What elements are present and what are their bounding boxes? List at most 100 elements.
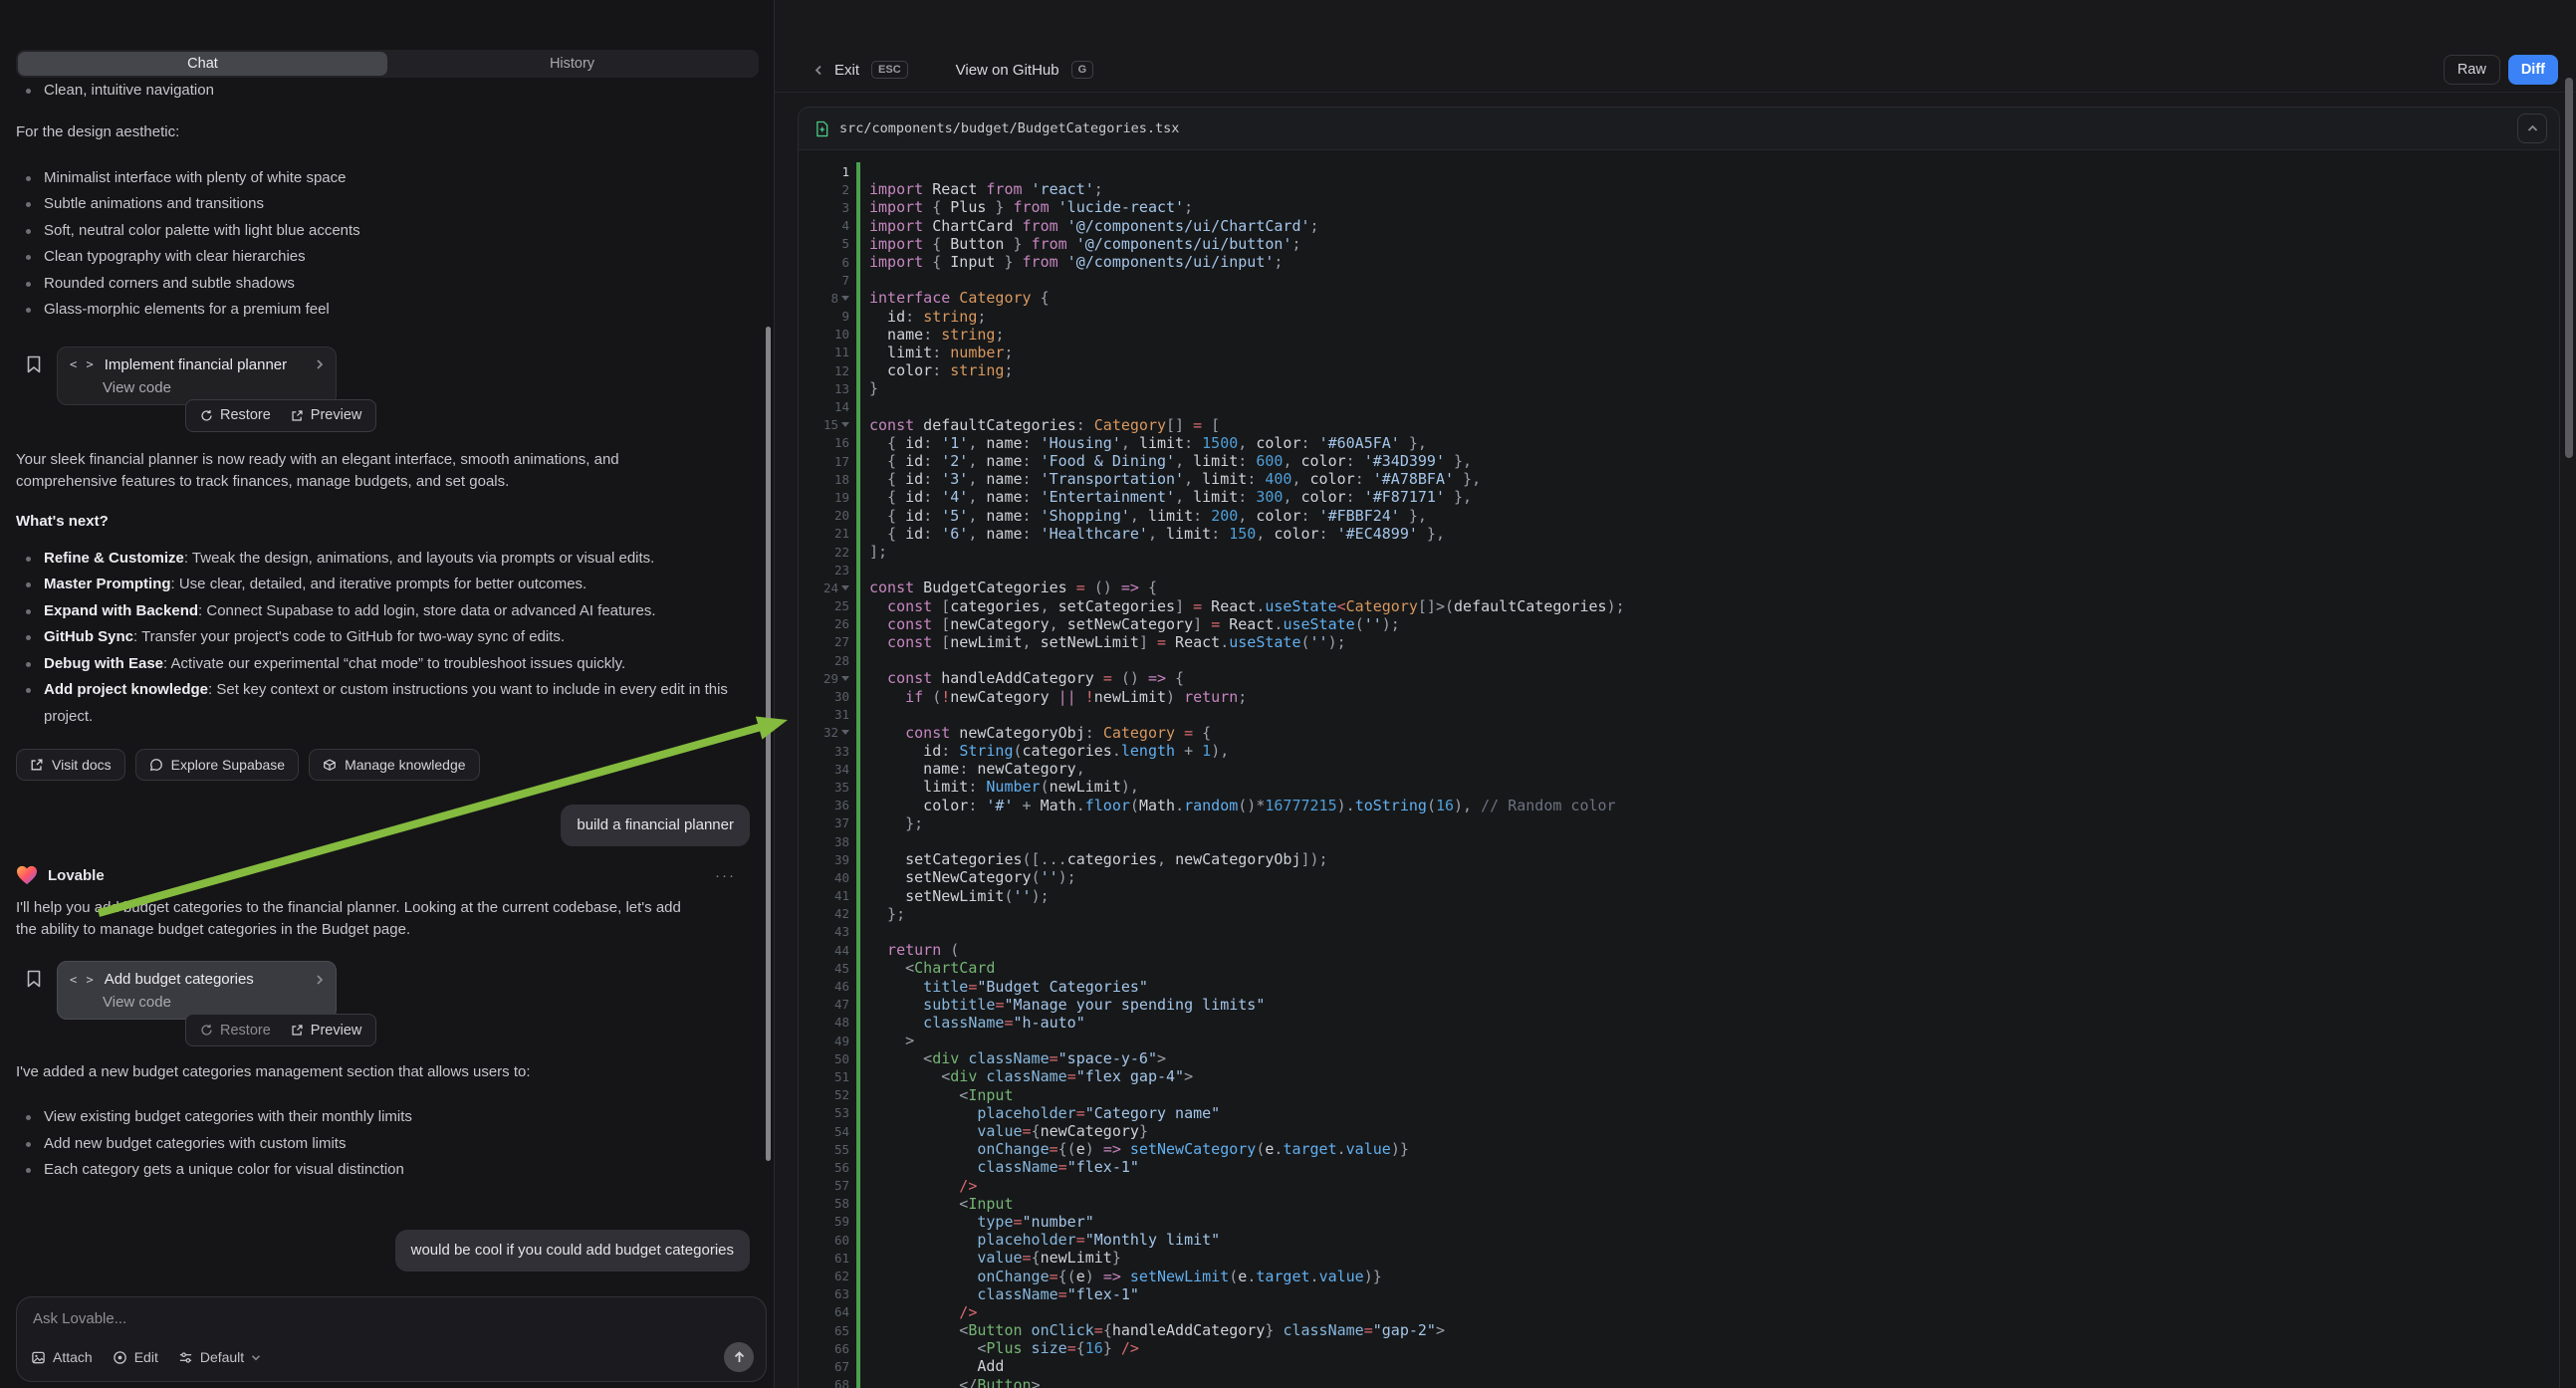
fold-chevron-icon[interactable] bbox=[841, 422, 849, 427]
code-text: { id: '6', name: 'Healthcare', limit: 15… bbox=[860, 525, 1445, 543]
code-line: 41 setNewLimit(''); bbox=[799, 887, 2559, 905]
version-card-implement-financial-planner[interactable]: < > Implement financial planner View cod… bbox=[57, 347, 337, 405]
file-path: src/components/budget/BudgetCategories.t… bbox=[839, 120, 1179, 136]
code-line: 37 }; bbox=[799, 814, 2559, 832]
code-text: { id: '1', name: 'Housing', limit: 1500,… bbox=[860, 434, 1427, 452]
code-text: <div className="flex gap-4"> bbox=[860, 1067, 1193, 1085]
view-on-github-button[interactable]: View on GitHub bbox=[956, 62, 1059, 79]
code-line: 64 /> bbox=[799, 1303, 2559, 1321]
code-line: 1 bbox=[799, 162, 2559, 180]
line-number: 10 bbox=[799, 327, 856, 342]
code-text: <div className="space-y-6"> bbox=[860, 1049, 1166, 1067]
manage-knowledge-button[interactable]: Manage knowledge bbox=[309, 749, 479, 781]
arrow-up-icon bbox=[733, 1350, 746, 1364]
bookmark-icon[interactable] bbox=[25, 354, 43, 374]
code-line: 15const defaultCategories: Category[] = … bbox=[799, 416, 2559, 434]
fold-chevron-icon[interactable] bbox=[841, 296, 849, 301]
code-line: 55 onChange={(e) => setNewCategory(e.tar… bbox=[799, 1140, 2559, 1158]
message-menu-button[interactable]: ··· bbox=[715, 867, 736, 884]
code-text: setNewLimit(''); bbox=[860, 887, 1050, 905]
line-number: 32 bbox=[799, 725, 856, 740]
image-icon bbox=[31, 1350, 46, 1365]
fold-chevron-icon[interactable] bbox=[841, 730, 849, 735]
diff-added-bar bbox=[856, 271, 860, 289]
chat-message-list[interactable]: Clean, intuitive navigation For the desi… bbox=[0, 0, 774, 1288]
restore-label: Restore bbox=[220, 1023, 271, 1039]
line-number: 68 bbox=[799, 1377, 856, 1388]
version-card-add-budget-categories[interactable]: < > Add budget categories View code Rest… bbox=[57, 961, 337, 1020]
line-number: 38 bbox=[799, 834, 856, 849]
code-text: <Input bbox=[860, 1195, 1014, 1213]
code-line: 68 </Button> bbox=[799, 1376, 2559, 1388]
bookmark-icon[interactable] bbox=[25, 969, 43, 989]
code-text: className="flex-1" bbox=[860, 1158, 1139, 1176]
code-text: import { Plus } from 'lucide-react'; bbox=[860, 198, 1193, 216]
visit-docs-button[interactable]: Visit docs bbox=[16, 749, 125, 781]
restore-button[interactable]: Restore bbox=[192, 1023, 279, 1039]
line-number: 33 bbox=[799, 744, 856, 759]
preview-label: Preview bbox=[311, 1023, 362, 1039]
help-text: I'll help you add budget categories to t… bbox=[16, 897, 686, 941]
explore-supabase-button[interactable]: Explore Supabase bbox=[135, 749, 299, 781]
code-line: 19 { id: '4', name: 'Entertainment', lim… bbox=[799, 488, 2559, 506]
list-item: Subtle animations and transitions bbox=[16, 191, 758, 218]
code-line: 7 bbox=[799, 271, 2559, 289]
chat-input[interactable] bbox=[33, 1310, 750, 1327]
code-line: 26 const [newCategory, setNewCategory] =… bbox=[799, 615, 2559, 633]
line-number: 24 bbox=[799, 580, 856, 595]
ready-text: Your sleek financial planner is now read… bbox=[16, 449, 686, 493]
file-header[interactable]: src/components/budget/BudgetCategories.t… bbox=[799, 108, 2559, 150]
lovable-app: financial-future-creator ⚙ Supabase GitH… bbox=[0, 0, 2576, 1388]
composer: Attach Edit Default bbox=[16, 1296, 767, 1382]
mode-label: Default bbox=[200, 1349, 244, 1365]
raw-toggle-button[interactable]: Raw bbox=[2444, 55, 2500, 85]
chevron-down-icon bbox=[251, 1354, 261, 1361]
code-text: name: string; bbox=[860, 326, 1004, 344]
code-text: ]; bbox=[860, 543, 887, 561]
code-line: 35 limit: Number(newLimit), bbox=[799, 778, 2559, 796]
attach-button[interactable]: Attach bbox=[31, 1349, 93, 1365]
code-text: }; bbox=[860, 814, 923, 832]
code-text: if (!newCategory || !newLimit) return; bbox=[860, 688, 1247, 706]
code-line: 56 className="flex-1" bbox=[799, 1158, 2559, 1176]
line-number: 7 bbox=[799, 273, 856, 288]
code-line: 6import { Input } from '@/components/ui/… bbox=[799, 253, 2559, 271]
restore-button[interactable]: Restore bbox=[192, 407, 279, 423]
collapse-file-button[interactable] bbox=[2517, 114, 2547, 143]
code-text: setNewCategory(''); bbox=[860, 868, 1076, 886]
diff-added-bar bbox=[856, 162, 860, 180]
code-text: <Plus size={16} /> bbox=[860, 1339, 1139, 1357]
code-text: onChange={(e) => setNewLimit(e.target.va… bbox=[860, 1268, 1382, 1285]
mode-selector[interactable]: Default bbox=[178, 1349, 261, 1365]
line-number: 41 bbox=[799, 888, 856, 903]
view-code-link[interactable]: View code bbox=[103, 379, 324, 396]
code-editor[interactable]: 12import React from 'react';3import { Pl… bbox=[799, 150, 2559, 1388]
fold-chevron-icon[interactable] bbox=[841, 585, 849, 590]
code-text: name: newCategory, bbox=[860, 760, 1085, 778]
line-number: 60 bbox=[799, 1233, 856, 1248]
line-number: 64 bbox=[799, 1304, 856, 1319]
preview-button[interactable]: Preview bbox=[283, 1023, 370, 1039]
code-text: Add bbox=[860, 1357, 1004, 1375]
code-line: 46 title="Budget Categories" bbox=[799, 977, 2559, 995]
view-code-link[interactable]: View code bbox=[103, 994, 324, 1011]
code-text: onChange={(e) => setNewCategory(e.target… bbox=[860, 1140, 1409, 1158]
line-number: 18 bbox=[799, 472, 856, 487]
code-line: 66 <Plus size={16} /> bbox=[799, 1339, 2559, 1357]
code-line: 27 const [newLimit, setNewLimit] = React… bbox=[799, 633, 2559, 651]
preview-button[interactable]: Preview bbox=[283, 407, 370, 423]
code-line: 48 className="h-auto" bbox=[799, 1014, 2559, 1032]
user-message-row: would be cool if you could add budget ca… bbox=[16, 1230, 758, 1272]
code-subheader: Exit ESC View on GitHub G Raw Diff bbox=[775, 48, 2576, 93]
exit-button[interactable]: Exit bbox=[834, 62, 859, 79]
whats-next-heading: What's next? bbox=[16, 511, 758, 533]
fold-chevron-icon[interactable] bbox=[841, 676, 849, 681]
chevron-left-icon[interactable] bbox=[815, 64, 822, 77]
send-button[interactable] bbox=[724, 1342, 754, 1372]
code-scrollbar[interactable] bbox=[2565, 78, 2573, 458]
line-number: 31 bbox=[799, 707, 856, 722]
diff-toggle-button[interactable]: Diff bbox=[2508, 55, 2558, 85]
chat-scrollbar[interactable] bbox=[766, 327, 771, 1161]
edit-button[interactable]: Edit bbox=[113, 1349, 158, 1365]
line-number: 44 bbox=[799, 943, 856, 958]
